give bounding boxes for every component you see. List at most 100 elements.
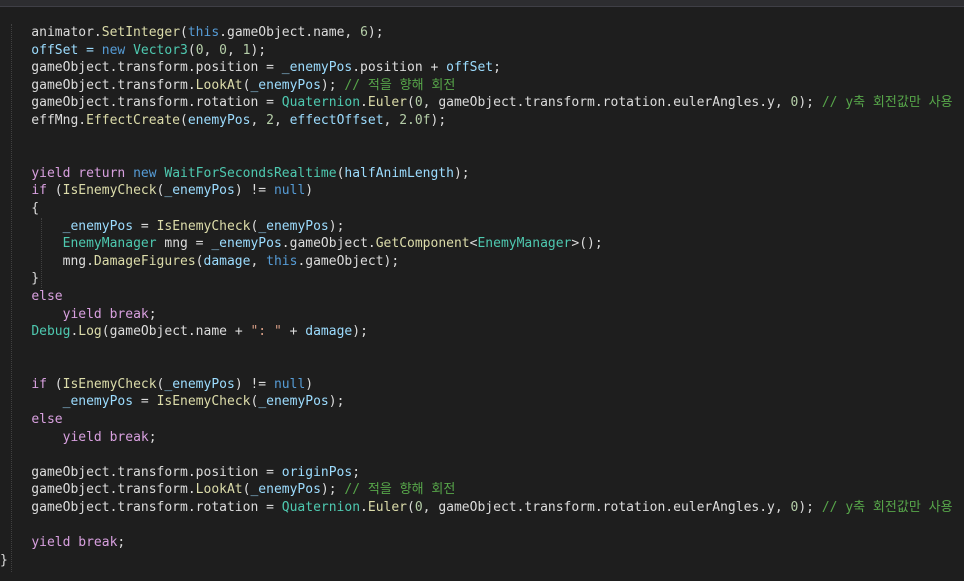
code-line[interactable]: } [0, 270, 964, 288]
code-token: gameObject.transform. [0, 77, 196, 93]
code-token: . [360, 95, 368, 111]
code-token: _enemyPos [164, 183, 235, 199]
code-line[interactable]: if (IsEnemyCheck(_enemyPos) != null) [0, 182, 964, 200]
code-line[interactable]: animator.SetInteger(this.gameObject.name… [0, 24, 964, 42]
code-token: ); [352, 324, 368, 340]
code-token: , gameObject.transform.rotation.eulerAng… [422, 500, 791, 516]
code-token: ( [187, 42, 196, 58]
code-token: ); [320, 482, 345, 498]
code-token: = [133, 218, 157, 234]
code-token: , [250, 112, 267, 128]
code-line[interactable]: _enemyPos = IsEnemyCheck(_enemyPos); [0, 218, 964, 236]
code-token: _enemyPos [281, 60, 353, 76]
code-token: ": " [250, 324, 282, 340]
code-token: gameObject.transform.rotation = [0, 500, 282, 516]
code-line[interactable] [0, 130, 964, 148]
code-token: EnemyManager [477, 236, 572, 252]
code-token: _enemyPos [250, 482, 321, 498]
code-line[interactable]: EnemyManager mng = _enemyPos.gameObject.… [0, 235, 964, 253]
code-line[interactable]: _enemyPos = IsEnemyCheck(_enemyPos); [0, 393, 964, 411]
code-token: offSet = [0, 42, 102, 58]
code-token: ); [798, 500, 822, 516]
code-line[interactable]: Debug.Log(gameObject.name + ": " + damag… [0, 323, 964, 341]
code-token: _enemyPos [62, 394, 134, 410]
code-token: yield break [62, 306, 149, 322]
code-token: mng = [156, 236, 212, 252]
code-token: , gameObject.transform.rotation.eulerAng… [422, 95, 791, 111]
code-line[interactable]: yield break; [0, 429, 964, 447]
code-token: effMng. [0, 112, 87, 128]
code-token: >(); [571, 236, 603, 252]
code-line[interactable]: { [0, 200, 964, 218]
code-token: gameObject.transform.position = [0, 60, 282, 76]
code-line[interactable]: else [0, 411, 964, 429]
code-token: ( [407, 500, 415, 516]
code-token: ); [250, 42, 267, 58]
code-token: LookAt [195, 482, 243, 498]
code-token: ( [54, 183, 63, 199]
code-line[interactable]: mng.DamageFigures(damage, this.gameObjec… [0, 253, 964, 271]
code-token: ; [148, 306, 157, 322]
code-token: = [133, 394, 157, 410]
code-line[interactable]: gameObject.transform.position = _enemyPo… [0, 59, 964, 77]
code-token: gameObject.transform.rotation = [0, 95, 282, 111]
code-line[interactable] [0, 341, 964, 359]
code-token: _enemyPos [250, 77, 321, 93]
code-token: Quaternion [281, 95, 361, 111]
code-token: .gameObject. [281, 236, 376, 252]
code-line[interactable] [0, 358, 964, 376]
code-line[interactable]: gameObject.transform.position = originPo… [0, 464, 964, 482]
code-line[interactable]: gameObject.transform.LookAt(_enemyPos); … [0, 77, 964, 95]
code-token: null [273, 376, 306, 392]
code-line[interactable]: if (IsEnemyCheck(_enemyPos) != null) [0, 376, 964, 394]
code-token: new [133, 165, 165, 181]
code-line[interactable] [0, 446, 964, 464]
code-token: 0 [219, 42, 227, 58]
code-line[interactable]: gameObject.transform.LookAt(_enemyPos); … [0, 481, 964, 499]
code-line[interactable] [0, 147, 964, 165]
code-token: yield return [31, 165, 134, 181]
code-token: mng. [0, 253, 94, 269]
code-token: Debug [31, 324, 71, 340]
code-token: . [360, 500, 368, 516]
code-line[interactable]: } [0, 552, 964, 570]
code-token: // 적을 향해 회전 [344, 77, 456, 93]
code-token: effectOffset [289, 112, 384, 128]
code-token: ); [367, 25, 384, 40]
code-line[interactable]: yield break; [0, 534, 964, 552]
code-line[interactable]: gameObject.transform.rotation = Quaterni… [0, 94, 964, 112]
code-token: IsEnemyCheck [62, 376, 157, 392]
code-token: Quaternion [281, 500, 361, 516]
code-line[interactable]: else [0, 288, 964, 306]
code-token: , [383, 112, 400, 128]
code-token: ); [430, 112, 447, 128]
code-editor[interactable]: animator.SetInteger(this.gameObject.name… [0, 24, 964, 581]
code-token: , [203, 42, 220, 58]
code-line[interactable] [0, 517, 964, 535]
code-token: ( [54, 376, 63, 392]
code-token: enemyPos [187, 112, 251, 128]
code-token: } [0, 271, 40, 287]
code-token: , [273, 112, 290, 128]
code-line[interactable]: gameObject.transform.rotation = Quaterni… [0, 499, 964, 517]
code-token: ( [180, 25, 188, 40]
code-line[interactable]: offSet = new Vector3(0, 0, 1); [0, 42, 964, 60]
code-token: else [31, 288, 63, 304]
code-token: EnemyManager [62, 236, 157, 252]
code-line[interactable]: yield return new WaitForSecondsRealtime(… [0, 165, 964, 183]
code-token: ); [328, 218, 345, 234]
code-token: } [0, 552, 8, 568]
code-token: damage [305, 324, 353, 340]
code-token: Euler [367, 500, 408, 516]
code-token: gameObject.transform. [0, 482, 196, 498]
code-token: 0 [414, 95, 423, 111]
code-line[interactable]: effMng.EffectCreate(enemyPos, 2, effectO… [0, 112, 964, 130]
code-token: ; [148, 429, 157, 445]
code-token: ); [328, 394, 345, 410]
code-line[interactable]: yield break; [0, 306, 964, 324]
